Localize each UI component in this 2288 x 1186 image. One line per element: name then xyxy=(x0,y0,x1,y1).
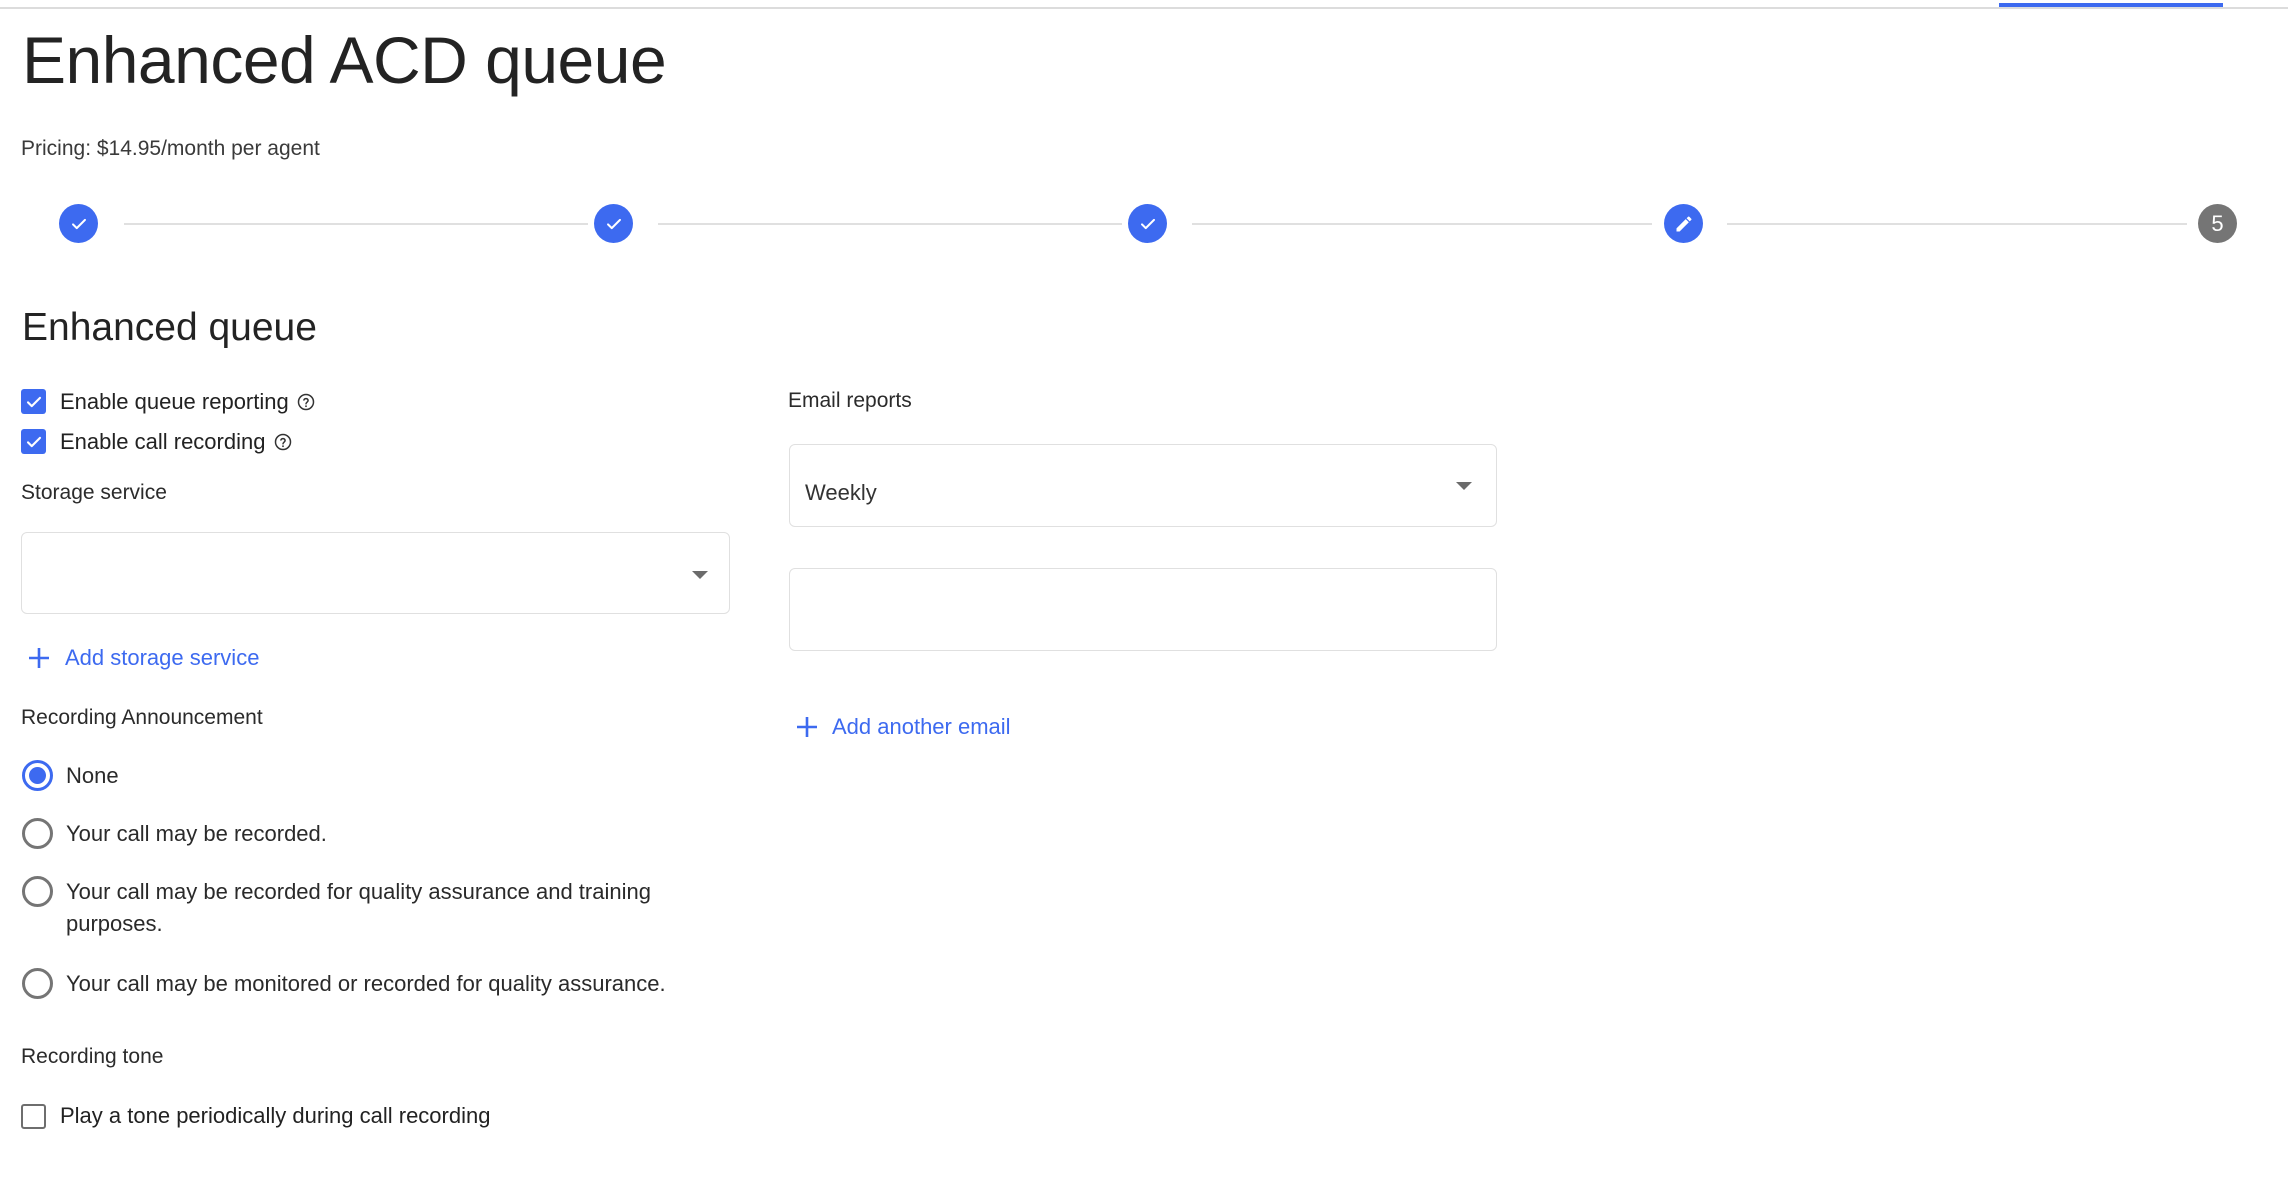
check-icon xyxy=(1140,218,1155,229)
radio-none-label[interactable]: None xyxy=(66,760,119,792)
check-icon xyxy=(26,436,41,447)
chevron-down-icon xyxy=(692,571,708,579)
email-frequency-value: Weekly xyxy=(805,480,877,505)
call-recording-label: Enable call recording xyxy=(60,429,266,454)
top-divider xyxy=(0,7,2288,9)
help-circle-icon[interactable] xyxy=(274,433,292,451)
recording-tone-label: Recording tone xyxy=(21,1045,164,1068)
chevron-down-icon xyxy=(1456,482,1472,490)
call-recording-checkbox[interactable] xyxy=(21,429,46,454)
email-reports-label: Email reports xyxy=(788,389,912,412)
help-circle-icon[interactable] xyxy=(297,393,315,411)
add-storage-service-button[interactable]: Add storage service xyxy=(21,643,259,673)
plus-icon xyxy=(29,648,49,668)
step-1[interactable] xyxy=(59,204,98,243)
radio-monitored-recorded-label[interactable]: Your call may be monitored or recorded f… xyxy=(66,968,666,1000)
storage-service-select[interactable] xyxy=(21,532,730,614)
step-4-current[interactable] xyxy=(1664,204,1703,243)
step-2[interactable] xyxy=(594,204,633,243)
section-heading: Enhanced queue xyxy=(22,306,317,349)
check-icon xyxy=(71,218,86,229)
step-connector xyxy=(124,223,588,225)
step-connector xyxy=(1192,223,1652,225)
play-tone-label: Play a tone periodically during call rec… xyxy=(60,1103,491,1128)
queue-reporting-checkbox[interactable] xyxy=(21,389,46,414)
play-tone-checkbox[interactable] xyxy=(21,1104,46,1129)
step-number: 5 xyxy=(2211,210,2224,236)
add-another-email-link[interactable]: Add another email xyxy=(832,714,1011,740)
radio-quality-training-label[interactable]: Your call may be recorded for quality as… xyxy=(66,876,676,940)
radio-none[interactable] xyxy=(22,760,53,791)
active-tab-indicator xyxy=(1999,3,2223,7)
step-connector xyxy=(658,223,1122,225)
step-5[interactable]: 5 xyxy=(2198,204,2237,243)
pricing-text: Pricing: $14.95/month per agent xyxy=(21,137,320,160)
radio-quality-training[interactable] xyxy=(22,876,53,907)
add-storage-service-link[interactable]: Add storage service xyxy=(65,645,259,671)
add-another-email-button[interactable]: Add another email xyxy=(789,712,1011,742)
step-connector xyxy=(1727,223,2187,225)
recording-announcement-label: Recording Announcement xyxy=(21,706,263,729)
check-icon xyxy=(26,396,41,407)
storage-service-label: Storage service xyxy=(21,481,167,504)
radio-may-be-recorded-label[interactable]: Your call may be recorded. xyxy=(66,818,327,850)
plus-icon xyxy=(797,717,817,737)
radio-monitored-recorded[interactable] xyxy=(22,968,53,999)
check-icon xyxy=(606,218,621,229)
radio-may-be-recorded[interactable] xyxy=(22,818,53,849)
radio-selected-dot xyxy=(29,767,46,784)
email-frequency-select[interactable]: Weekly xyxy=(789,444,1497,527)
queue-reporting-label: Enable queue reporting xyxy=(60,389,289,414)
page-title: Enhanced ACD queue xyxy=(22,23,667,97)
step-3[interactable] xyxy=(1128,204,1167,243)
pencil-icon xyxy=(1676,215,1692,231)
email-address-input[interactable] xyxy=(789,568,1497,651)
